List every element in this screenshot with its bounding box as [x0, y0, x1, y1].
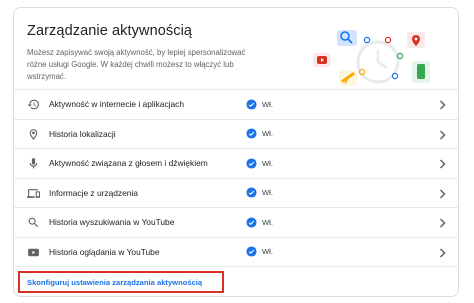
status-text: Wł. [262, 129, 273, 139]
check-circle-icon [246, 187, 257, 198]
microphone-icon [29, 158, 38, 169]
check-circle-icon [246, 99, 257, 110]
card-title: Zarządzanie aktywnością [27, 23, 193, 39]
row-youtube-watch-history[interactable]: Historia oglądania w YouTube Wł. [14, 236, 458, 267]
card-description: Możesz zapisywać swoją aktywność, by lep… [27, 48, 246, 81]
row-label: Aktywność w internecie i aplikacjach [49, 99, 184, 110]
row-label: Informacje z urządzenia [49, 187, 138, 198]
status-text: Wł. [262, 188, 273, 198]
chevron-right-icon [439, 247, 446, 258]
row-label: Aktywność związana z głosem i dźwiękiem [49, 158, 208, 169]
status: Wł. [246, 217, 273, 228]
status: Wł. [246, 246, 273, 257]
status-text: Wł. [262, 247, 273, 257]
row-voice-audio-activity[interactable]: Aktywność związana z głosem i dźwiękiem … [14, 148, 458, 178]
row-label: Historia oglądania w YouTube [49, 246, 160, 257]
history-icon [27, 99, 39, 110]
row-label: Historia lokalizacji [49, 128, 116, 139]
status: Wł. [246, 99, 273, 110]
location-pin-icon [29, 128, 38, 140]
row-device-information[interactable]: Informacje z urządzenia Wł. [14, 177, 458, 208]
search-icon [28, 217, 39, 228]
row-location-history[interactable]: Historia lokalizacji Wł. [14, 118, 458, 149]
activity-list: Aktywność w internecie i aplikacjach Wł.… [14, 89, 458, 266]
card-footer: Skonfiguruj ustawienia zarządzania aktyw… [14, 266, 458, 296]
check-circle-icon [246, 158, 257, 169]
status-text: Wł. [262, 217, 273, 227]
configure-activity-settings-link[interactable]: Skonfiguruj ustawienia zarządzania aktyw… [18, 271, 224, 293]
activity-controls-card: Zarządzanie aktywnością Możesz zapisywać… [13, 7, 459, 297]
status: Wł. [246, 158, 273, 169]
check-circle-icon [246, 128, 257, 139]
chevron-right-icon [439, 100, 446, 110]
status: Wł. [246, 187, 273, 198]
check-circle-icon [246, 217, 257, 228]
row-web-app-activity[interactable]: Aktywność w internecie i aplikacjach Wł. [14, 89, 458, 119]
activity-illustration [313, 30, 430, 86]
status-text: Wł. [262, 99, 273, 109]
youtube-icon [28, 248, 39, 256]
chevron-right-icon [439, 188, 446, 199]
status: Wł. [246, 128, 273, 139]
chevron-right-icon [439, 159, 446, 169]
chevron-right-icon [439, 218, 446, 228]
row-youtube-search-history[interactable]: Historia wyszukiwania w YouTube Wł. [14, 207, 458, 237]
devices-icon [27, 188, 40, 198]
chevron-right-icon [439, 129, 446, 140]
check-circle-icon [246, 246, 257, 257]
row-label: Historia wyszukiwania w YouTube [49, 217, 175, 228]
status-text: Wł. [262, 158, 273, 168]
